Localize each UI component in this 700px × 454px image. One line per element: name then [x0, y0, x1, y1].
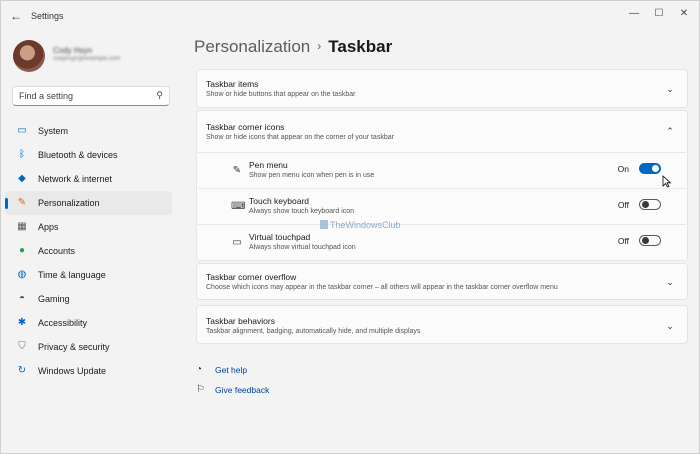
- setting-title: Virtual touchpad: [249, 232, 311, 242]
- title-bar: ← Settings — ☐ ✕: [1, 1, 699, 31]
- setting-title: Pen menu: [249, 160, 288, 170]
- minimize-button[interactable]: —: [621, 5, 647, 23]
- sidebar-item-label: Windows Update: [38, 366, 107, 376]
- apps-icon: ▦: [17, 221, 27, 232]
- taskbar-behaviors-card[interactable]: Taskbar behaviors Taskbar alignment, bad…: [196, 305, 688, 344]
- feedback-icon: ⚐: [196, 384, 205, 395]
- search-icon[interactable]: ⚲: [156, 90, 163, 101]
- virtual-touchpad-row: ▭ Virtual touchpad Always show virtual t…: [198, 224, 686, 260]
- toggle-state-label: Off: [617, 236, 629, 246]
- maximize-button[interactable]: ☐: [646, 5, 672, 23]
- card-title: Taskbar corner icons: [206, 122, 285, 132]
- sidebar-item-privacy[interactable]: ⛉ Privacy & security: [5, 335, 172, 359]
- sidebar-item-windows-update[interactable]: ↻ Windows Update: [5, 359, 172, 383]
- sidebar-item-label: Time & language: [38, 270, 106, 280]
- pen-menu-toggle[interactable]: [639, 163, 661, 174]
- sidebar-item-label: Privacy & security: [38, 342, 110, 352]
- watermark-logo-icon: [320, 220, 328, 229]
- sidebar-item-label: Network & internet: [38, 174, 113, 184]
- app-title: Settings: [31, 11, 64, 21]
- sidebar-item-apps[interactable]: ▦ Apps: [5, 215, 172, 239]
- chevron-up-icon[interactable]: ⌃: [665, 126, 675, 136]
- taskbar-corner-icons-card: Taskbar corner icons Show or hide icons …: [196, 110, 688, 261]
- search-placeholder: Find a setting: [19, 91, 74, 101]
- wifi-icon: ◆: [18, 173, 26, 184]
- breadcrumb-separator: ›: [317, 39, 322, 53]
- bluetooth-icon: ᛒ: [19, 149, 25, 160]
- touchpad-icon: ▭: [232, 237, 242, 248]
- brush-icon: ✎: [17, 197, 27, 208]
- sidebar-item-time-language[interactable]: ◍ Time & language: [5, 263, 172, 287]
- pen-menu-row: ✎ Pen menu Show pen menu icon when pen i…: [198, 152, 686, 188]
- sidebar-item-label: Personalization: [38, 198, 100, 208]
- setting-desc: Always show touch keyboard icon: [249, 208, 355, 215]
- breadcrumb-parent[interactable]: Personalization: [194, 37, 310, 56]
- watermark-text: TheWindowsClub: [330, 220, 401, 230]
- give-feedback-text[interactable]: Give feedback: [215, 385, 269, 395]
- get-help-text[interactable]: Get help: [215, 365, 247, 375]
- virtual-touchpad-toggle[interactable]: [639, 235, 661, 246]
- user-email: codyhsyn@example.com: [53, 56, 121, 62]
- card-desc: Taskbar alignment, badging, automaticall…: [206, 328, 421, 335]
- shield-icon: ⛉: [18, 341, 26, 352]
- sidebar-item-label: Accounts: [38, 246, 76, 256]
- sidebar: Cody Hsyn codyhsyn@example.com Find a se…: [1, 31, 181, 453]
- main-content: Personalization › Taskbar Taskbar items Sh…: [182, 31, 699, 453]
- toggle-state-label: On: [617, 164, 629, 174]
- mouse-cursor-icon: [662, 175, 672, 188]
- search-input[interactable]: Find a setting ⚲: [12, 86, 170, 106]
- sidebar-item-gaming[interactable]: ◓ Gaming: [5, 287, 172, 311]
- card-title: Taskbar items: [206, 79, 259, 89]
- keyboard-icon: ⌨: [231, 201, 246, 212]
- sidebar-item-personalization[interactable]: ✎ Personalization: [5, 191, 172, 215]
- update-icon: ↻: [17, 365, 27, 376]
- accessibility-icon: ✱: [17, 317, 27, 328]
- card-title: Taskbar corner overflow: [206, 272, 297, 282]
- person-icon: ●: [18, 245, 26, 256]
- sidebar-nav: ▭ System ᛒ Bluetooth & devices ◆ Network…: [5, 119, 172, 383]
- user-name: Cody Hsyn: [53, 46, 93, 55]
- sidebar-item-network[interactable]: ◆ Network & internet: [5, 167, 172, 191]
- gamepad-icon: ◓: [18, 293, 26, 304]
- close-button[interactable]: ✕: [671, 5, 697, 23]
- setting-desc: Show pen menu icon when pen is in use: [249, 172, 375, 179]
- sidebar-item-label: System: [38, 126, 69, 136]
- chevron-down-icon[interactable]: ⌄: [665, 277, 675, 287]
- pen-icon: ✎: [232, 165, 242, 176]
- card-desc: Show or hide buttons that appear on the …: [206, 91, 356, 98]
- toggle-knob: [642, 201, 649, 208]
- taskbar-items-card[interactable]: Taskbar items Show or hide buttons that …: [196, 69, 688, 108]
- chevron-down-icon[interactable]: ⌄: [665, 321, 675, 331]
- back-arrow-icon[interactable]: ←: [9, 9, 23, 23]
- sidebar-item-label: Accessibility: [38, 318, 88, 328]
- toggle-knob: [642, 237, 649, 244]
- setting-title: Touch keyboard: [249, 196, 310, 206]
- touch-keyboard-row: ⌨ Touch keyboard Always show touch keybo…: [198, 188, 686, 224]
- toggle-knob: [652, 165, 659, 172]
- breadcrumb: Personalization › Taskbar: [194, 37, 392, 57]
- chevron-down-icon[interactable]: ⌄: [665, 84, 675, 94]
- active-indicator: [5, 198, 8, 209]
- touch-keyboard-toggle[interactable]: [639, 199, 661, 210]
- sidebar-item-label: Apps: [38, 222, 59, 232]
- sidebar-item-bluetooth[interactable]: ᛒ Bluetooth & devices: [5, 143, 172, 167]
- taskbar-corner-overflow-card[interactable]: Taskbar corner overflow Choose which ico…: [196, 263, 688, 300]
- toggle-state-label: Off: [617, 200, 629, 210]
- setting-desc: Always show virtual touchpad icon: [249, 244, 356, 251]
- page-title: Taskbar: [328, 37, 393, 56]
- card-desc: Choose which icons may appear in the tas…: [206, 284, 558, 291]
- sidebar-item-label: Gaming: [38, 294, 70, 304]
- monitor-icon: ▭: [17, 125, 27, 136]
- help-chat-icon: ◔: [196, 364, 203, 375]
- avatar[interactable]: [13, 40, 45, 72]
- sidebar-item-label: Bluetooth & devices: [38, 150, 118, 160]
- card-desc: Show or hide icons that appear on the co…: [206, 134, 394, 141]
- settings-window: ← Settings — ☐ ✕ Cody Hsyn codyhsyn@exam…: [0, 0, 700, 454]
- sidebar-item-accessibility[interactable]: ✱ Accessibility: [5, 311, 172, 335]
- globe-clock-icon: ◍: [17, 269, 27, 280]
- sidebar-item-system[interactable]: ▭ System: [5, 119, 172, 143]
- sidebar-item-accounts[interactable]: ● Accounts: [5, 239, 172, 263]
- watermark: TheWindowsClub: [320, 220, 401, 230]
- card-title: Taskbar behaviors: [206, 316, 275, 326]
